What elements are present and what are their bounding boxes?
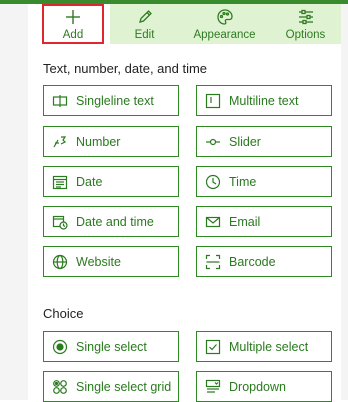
field-label: Date — [76, 174, 103, 189]
field-single-select[interactable]: Single select — [43, 331, 179, 362]
slider-icon — [206, 138, 220, 145]
calendar-clock-icon — [52, 215, 68, 230]
field-date[interactable]: Date — [43, 166, 179, 197]
field-date-and-time[interactable]: Date and time — [43, 206, 179, 237]
number-icon — [53, 135, 67, 147]
tab-add[interactable]: Add — [42, 4, 104, 44]
field-slider[interactable]: Slider — [196, 126, 332, 157]
left-gutter — [0, 0, 28, 400]
field-number[interactable]: Number — [43, 126, 179, 157]
sliders-icon — [298, 9, 313, 24]
calendar-icon — [52, 175, 68, 189]
pencil-icon — [138, 9, 152, 23]
section-title-text-number-date-time: Text, number, date, and time — [43, 61, 208, 76]
singleline-text-icon — [52, 94, 68, 107]
radio-icon — [52, 339, 68, 354]
field-label: Dropdown — [229, 379, 286, 394]
section-title-choice: Choice — [43, 306, 84, 321]
field-label: Single select grid — [76, 379, 172, 394]
field-label: Singleline text — [76, 93, 154, 108]
field-label: Single select — [76, 339, 147, 354]
field-label: Barcode — [229, 254, 276, 269]
palette-icon — [216, 8, 233, 25]
multiline-text-icon — [205, 93, 221, 108]
field-multiline-text[interactable]: Multiline text — [196, 85, 332, 116]
field-label: Number — [76, 134, 121, 149]
field-barcode[interactable]: Barcode — [196, 246, 332, 277]
field-label: Website — [76, 254, 121, 269]
field-label: Multiple select — [229, 339, 309, 354]
field-multiple-select[interactable]: Multiple select — [196, 331, 332, 362]
field-label: Time — [229, 174, 257, 189]
tab-appearance[interactable]: Appearance — [179, 4, 270, 44]
field-website[interactable]: Website — [43, 246, 179, 277]
tab-label: Appearance — [193, 28, 256, 41]
clock-icon — [205, 174, 221, 189]
field-email[interactable]: Email — [196, 206, 332, 237]
field-label: Email — [229, 214, 261, 229]
field-single-select-grid[interactable]: Single select grid — [43, 371, 179, 402]
tab-label: Edit — [134, 28, 155, 41]
tab-options[interactable]: Options — [270, 4, 341, 44]
tool-tabbar: Add Edit Appearance Options — [28, 4, 341, 44]
field-label: Multiline text — [229, 93, 299, 108]
globe-icon — [52, 254, 68, 269]
email-icon — [205, 216, 221, 227]
tab-label: Options — [285, 28, 326, 41]
plus-icon — [66, 9, 80, 24]
field-label: Slider — [229, 134, 261, 149]
tab-edit[interactable]: Edit — [110, 4, 179, 44]
field-label: Date and time — [76, 214, 154, 229]
scrollbar-track[interactable] — [341, 0, 348, 400]
barcode-icon — [205, 254, 221, 269]
field-singleline-text[interactable]: Singleline text — [43, 85, 179, 116]
dropdown-icon — [205, 379, 221, 393]
grid-select-icon — [53, 379, 67, 394]
field-time[interactable]: Time — [196, 166, 332, 197]
field-dropdown[interactable]: Dropdown — [196, 371, 332, 402]
checkbox-icon — [205, 339, 221, 354]
tab-label: Add — [62, 28, 84, 41]
